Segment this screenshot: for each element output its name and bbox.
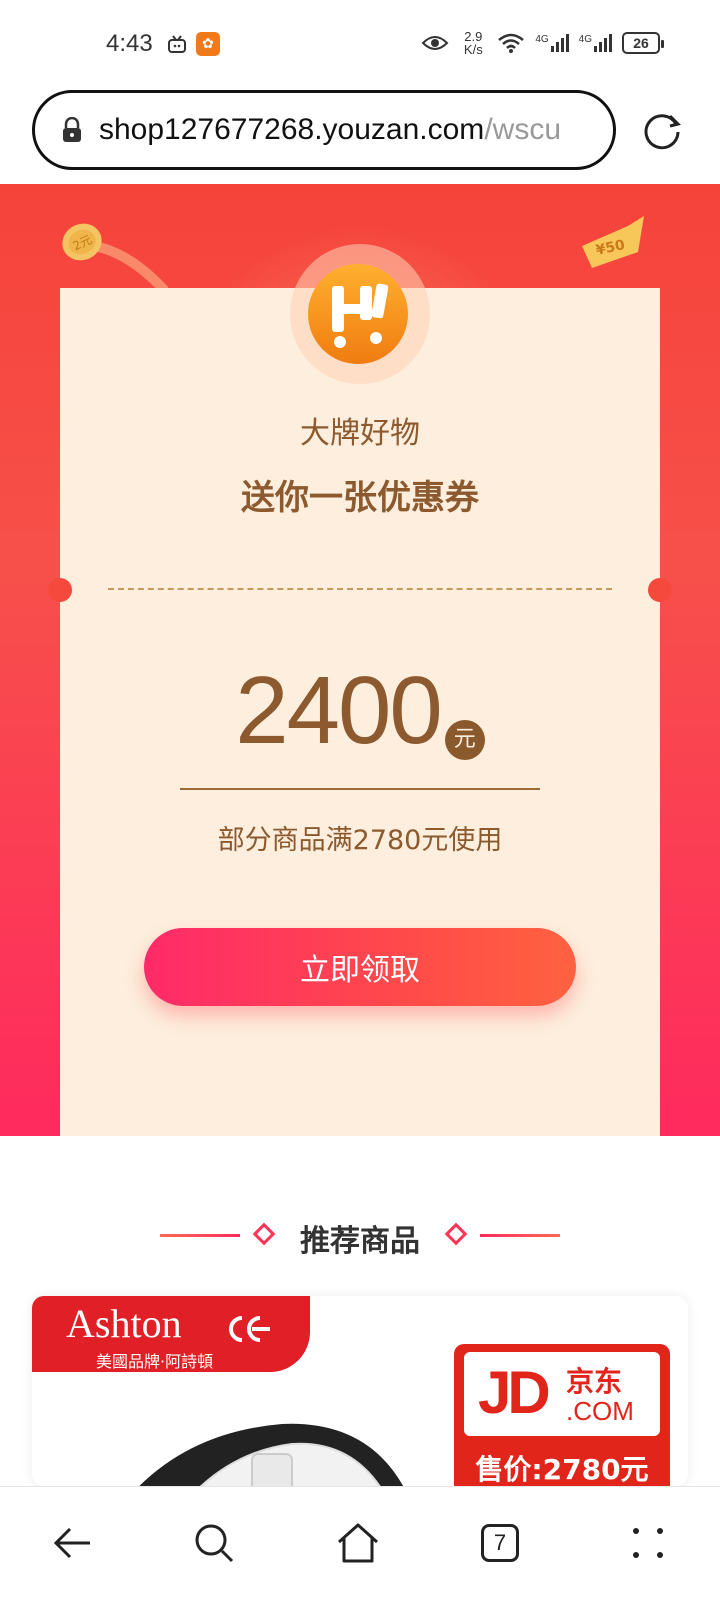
refresh-icon[interactable] [640, 108, 684, 152]
lock-icon [63, 117, 81, 142]
recommended-title: 推荐商品 [300, 1224, 420, 1259]
search-button[interactable] [188, 1517, 240, 1569]
money-tag-icon: ¥50 [582, 216, 644, 268]
browser-toolbar: shop127677268.youzan.com/wscu [0, 88, 720, 184]
product-image [139, 1423, 403, 1486]
battery-level: 26 [633, 35, 649, 51]
network-speed-unit: K/s [463, 42, 483, 57]
header-line-right [480, 1234, 560, 1237]
tab-count: 7 [481, 1524, 519, 1562]
signal-2-label: 4G [578, 34, 592, 45]
coupon-headline: 送你一张优惠券 [241, 478, 479, 518]
coupon-divider [108, 588, 612, 590]
jd-com-label: .COM [566, 1396, 634, 1426]
wifi-icon [498, 33, 525, 53]
shop-app-icon: ✿ [196, 32, 220, 56]
url-text: shop127677268.youzan.com/wscu [99, 113, 561, 147]
brand-subtitle: 美國品牌·阿詩頓 [96, 1352, 214, 1371]
jd-cn-label: 京东 [566, 1365, 623, 1398]
jd-logo: JD [478, 1359, 551, 1426]
more-dots-icon [633, 1528, 663, 1558]
brand-name: Ashton [66, 1301, 182, 1346]
home-button[interactable] [332, 1517, 384, 1569]
brand-banner: Ashton 美國品牌·阿詩頓 [32, 1296, 310, 1372]
store-logo-icon [308, 264, 408, 364]
search-icon [195, 1524, 234, 1563]
network-speed: 2.9 K/s [459, 30, 487, 56]
claim-coupon-button[interactable]: 立即领取 [144, 928, 576, 1006]
tv-app-icon [168, 35, 186, 53]
currency-unit-badge: 元 [444, 720, 485, 760]
browser-bottom-nav: 7 [0, 1486, 720, 1600]
eye-icon [421, 36, 449, 50]
menu-button[interactable] [622, 1517, 674, 1569]
product-card[interactable]: Ashton 美國品牌·阿詩頓 JD 京东 .COM 售价:2780元 [32, 1296, 688, 1486]
url-path: /wscu [484, 113, 561, 146]
recommended-header: 推荐商品 [0, 1210, 720, 1260]
brand-title: 大牌好物 [300, 416, 420, 451]
coupon-notch-left [48, 578, 72, 602]
amount-underline [180, 788, 540, 790]
back-button[interactable] [46, 1517, 98, 1569]
coupon-notch-right [648, 578, 672, 602]
status-indicators: 2.9 K/s 4G 4G 26 [421, 30, 664, 56]
status-notification-icons: ✿ [166, 32, 220, 56]
status-time: 4:43 [106, 30, 153, 57]
signal-icon-2: 4G [579, 34, 612, 52]
amount-value: 2400 [235, 657, 443, 764]
coupon-condition: 部分商品满2780元使用 [217, 825, 503, 856]
brand-mark-icon [229, 1316, 270, 1342]
back-arrow-icon [53, 1527, 90, 1559]
address-bar[interactable]: shop127677268.youzan.com/wscu [32, 90, 616, 170]
battery-icon: 26 [622, 32, 664, 54]
home-icon [337, 1523, 379, 1563]
signal-icon-1: 4G [535, 34, 569, 52]
coupon-amount: 2400 元 [0, 656, 720, 766]
jd-logo-box: JD 京东 .COM [464, 1352, 660, 1436]
product-price: 售价:2780元 [475, 1453, 649, 1486]
jd-price-badge: JD 京东 .COM 售价:2780元 [454, 1344, 670, 1486]
url-host: shop127677268.youzan.com [99, 113, 485, 146]
signal-1-label: 4G [535, 34, 549, 45]
status-bar: 4:43 ✿ 2.9 K/s 4G 4G 26 [0, 0, 720, 88]
tabs-button[interactable]: 7 [474, 1517, 526, 1569]
coin-icon: 2元 [62, 223, 168, 290]
